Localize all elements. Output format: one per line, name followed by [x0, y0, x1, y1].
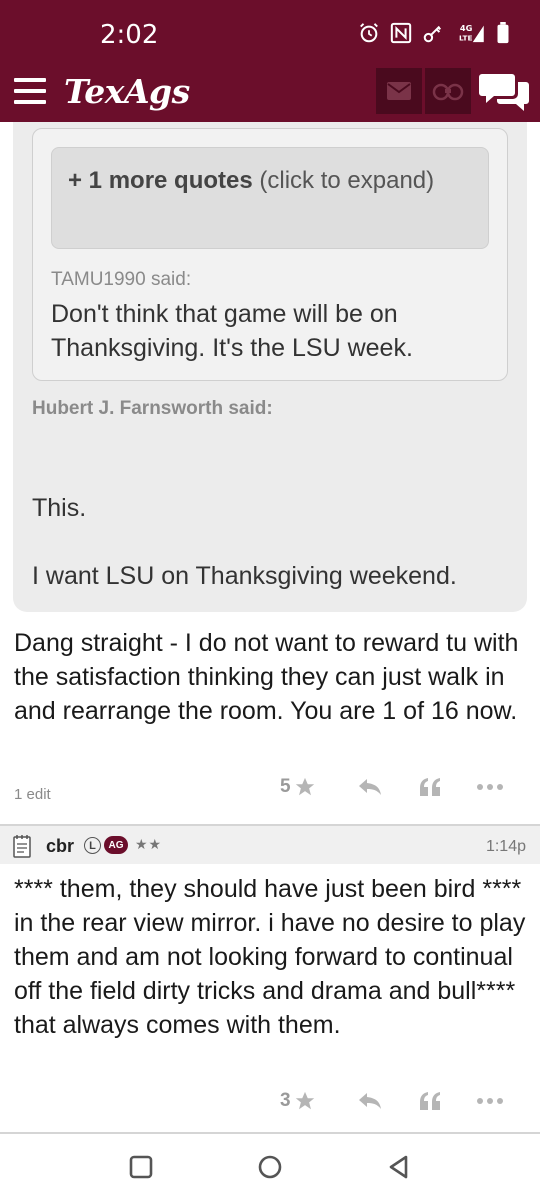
quote-text: I want LSU on Thanksgiving weekend. [32, 562, 457, 590]
recents-icon [129, 1155, 153, 1179]
more-quotes-hint: (click to expand) [252, 167, 435, 194]
quote-text: This. [32, 494, 87, 522]
inner-quote: + 1 more quotes (click to expand) TAMU19… [32, 128, 508, 381]
like-count: 5 [280, 776, 291, 797]
post-header: cbr L AG ★★ 1:14p [0, 824, 540, 864]
status-time: 2:02 [100, 20, 159, 50]
like-button[interactable]: 3 [280, 1090, 340, 1112]
post-actions: 3 [280, 1086, 520, 1116]
signal-icon: 4GLTE [459, 23, 484, 42]
binoculars-icon [432, 83, 464, 101]
more-options-button[interactable] [460, 784, 520, 790]
back-button[interactable] [384, 1152, 414, 1182]
quote-icon [420, 1092, 440, 1110]
more-quotes-label: + 1 more quotes [68, 167, 253, 194]
ellipsis-icon [477, 784, 503, 790]
rank-stars: ★★ [135, 836, 163, 852]
more-quotes-button[interactable]: + 1 more quotes (click to expand) [51, 147, 489, 249]
quote-button[interactable] [400, 1090, 460, 1112]
quote-author: TAMU1990 said: [51, 269, 192, 290]
post-body: **** them, they should have just been bi… [14, 875, 526, 1039]
more-options-button[interactable] [460, 1098, 520, 1104]
quote-icon [420, 778, 440, 796]
post-body: Dang straight - I do not want to reward … [14, 629, 519, 725]
svg-text:LTE: LTE [459, 33, 472, 42]
battery-icon [497, 22, 509, 44]
app-header: TexAgs [0, 62, 540, 122]
home-icon [258, 1155, 282, 1179]
nfc-icon [390, 22, 412, 44]
star-icon [295, 1091, 314, 1110]
svg-text:4G: 4G [460, 23, 473, 33]
reply-button[interactable] [340, 777, 400, 797]
username[interactable]: cbr [46, 836, 74, 857]
ellipsis-icon [477, 1098, 503, 1104]
back-icon [389, 1155, 408, 1179]
reply-button[interactable] [340, 1091, 400, 1111]
mail-icon [387, 82, 411, 100]
like-count: 3 [280, 1090, 291, 1111]
notepad-icon [13, 835, 31, 858]
quote-button[interactable] [400, 776, 460, 798]
post-actions: 5 [280, 772, 520, 802]
outer-quote: + 1 more quotes (click to expand) TAMU19… [13, 122, 527, 612]
status-bar: 2:02 4G LTE [0, 0, 540, 62]
badge-ag: AG [104, 836, 128, 854]
recents-button[interactable] [126, 1152, 156, 1182]
chat-icon[interactable] [478, 70, 530, 114]
alarm-icon [360, 23, 378, 43]
watch-button[interactable] [425, 68, 471, 114]
post-time[interactable]: 1:14p [486, 838, 526, 856]
home-button[interactable] [255, 1152, 285, 1182]
quote-author: Hubert J. Farnsworth said: [32, 398, 273, 419]
menu-icon[interactable] [14, 78, 46, 104]
star-icon [295, 777, 314, 796]
reply-icon [359, 1093, 381, 1109]
like-button[interactable]: 5 [280, 776, 340, 798]
key-icon [423, 25, 442, 43]
site-logo[interactable]: TexAgs [64, 72, 190, 111]
badge-l: L [84, 837, 101, 854]
quote-text: Don't think that game will be on Thanksg… [51, 300, 413, 362]
status-icons: 4G LTE [358, 22, 510, 44]
system-nav-bar [0, 1134, 540, 1200]
edit-note[interactable]: 1 edit [14, 786, 51, 803]
reply-icon [359, 779, 381, 795]
mail-button[interactable] [376, 68, 422, 114]
